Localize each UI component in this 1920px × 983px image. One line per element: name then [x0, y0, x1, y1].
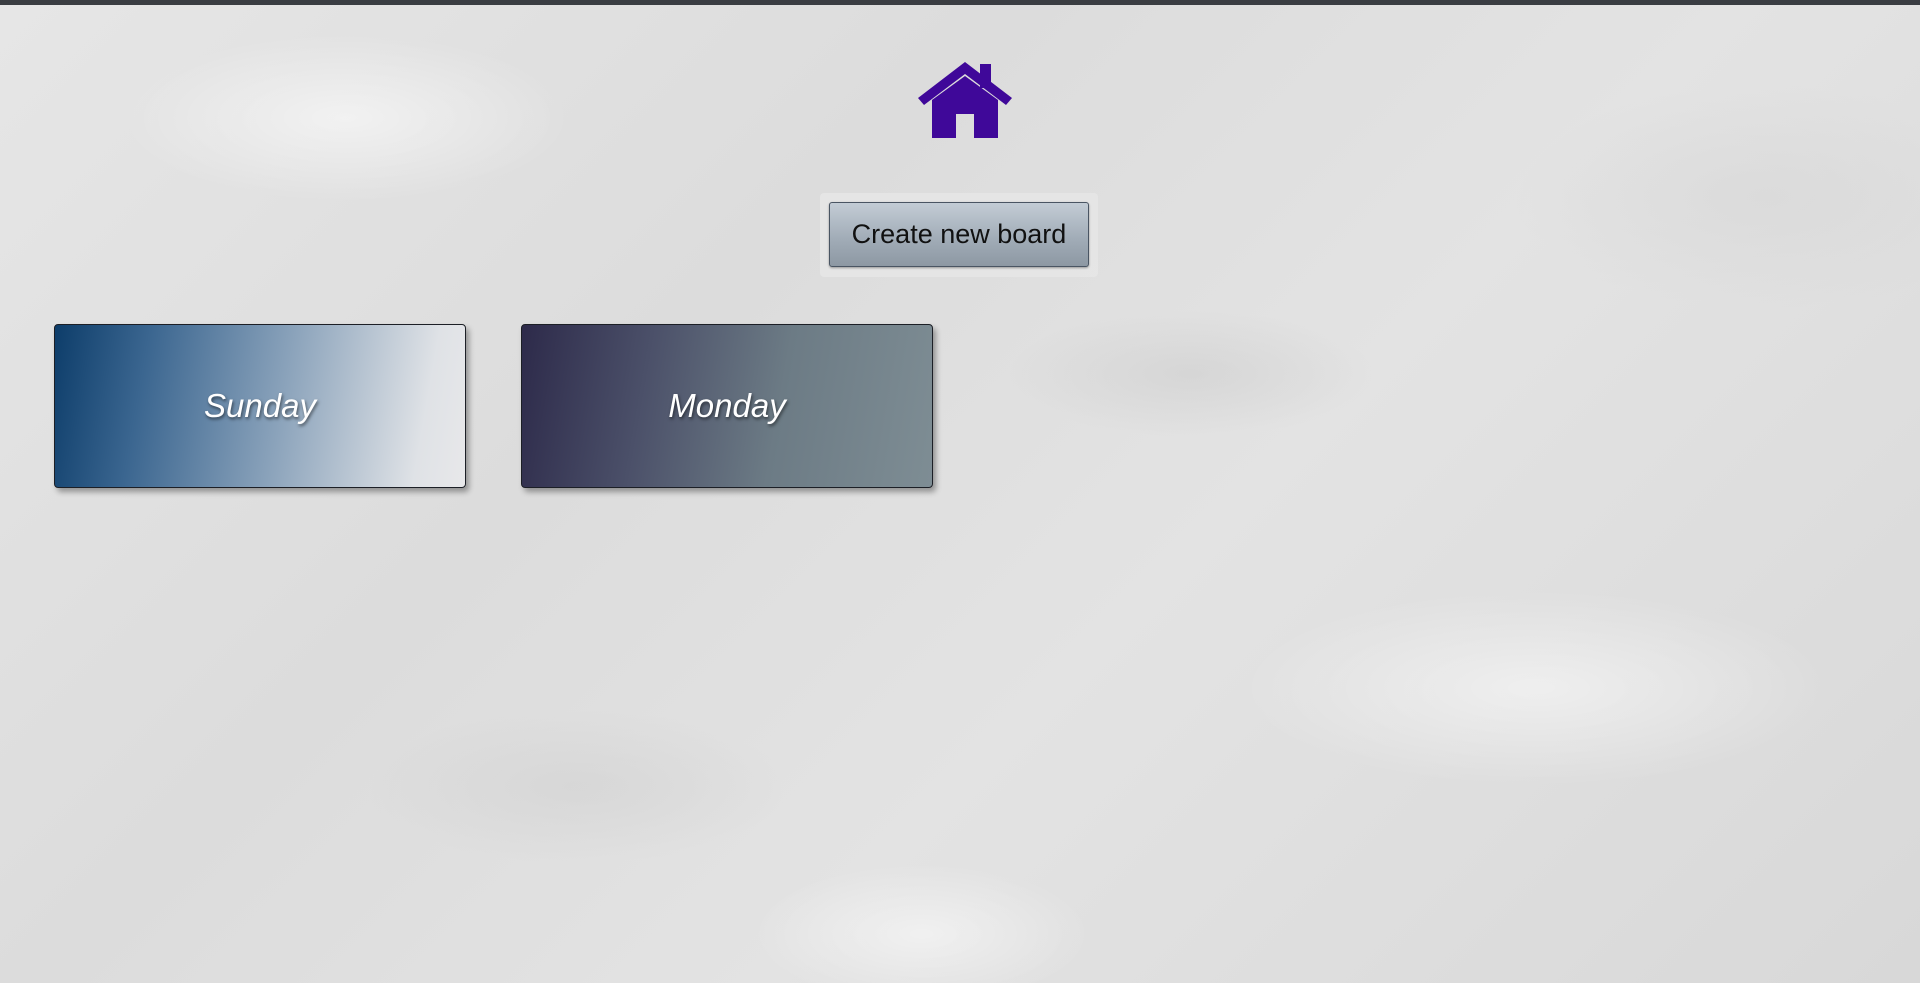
home-link[interactable] — [918, 62, 1012, 138]
board-card-monday[interactable]: Monday — [521, 324, 933, 488]
board-title: Sunday — [204, 387, 316, 424]
top-bar — [0, 0, 1920, 5]
home-icon — [918, 62, 1012, 138]
create-board-button[interactable]: Create new board — [829, 202, 1089, 267]
board-card-sunday[interactable]: Sunday — [54, 324, 466, 488]
board-title: Monday — [668, 387, 786, 424]
